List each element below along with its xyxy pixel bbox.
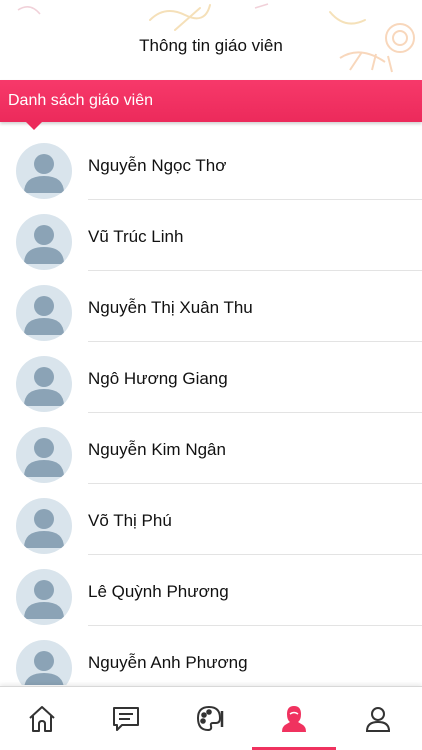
teacher-row[interactable]: Võ Thị Phú — [0, 484, 422, 555]
teacher-name: Võ Thị Phú — [88, 511, 172, 530]
teacher-name: Vũ Trúc Linh — [88, 227, 184, 246]
avatar-placeholder-icon — [16, 143, 72, 199]
bottom-tab-bar — [0, 686, 422, 750]
avatar-placeholder-icon — [16, 427, 72, 483]
avatar-placeholder-icon — [16, 214, 72, 270]
teacher-icon — [282, 706, 306, 732]
teacher-row[interactable]: Lê Quỳnh Phương — [0, 555, 422, 626]
teacher-name: Nguyễn Kim Ngân — [88, 440, 226, 459]
tab-messages[interactable] — [84, 687, 168, 750]
avatar-placeholder-icon — [16, 498, 72, 554]
tab-teachers[interactable] — [252, 687, 336, 750]
avatar-placeholder-icon — [16, 356, 72, 412]
avatar-placeholder-icon — [16, 285, 72, 341]
teacher-row[interactable]: Nguyễn Ngọc Thơ — [0, 129, 422, 200]
message-icon — [113, 707, 139, 731]
teacher-name: Ngô Hương Giang — [88, 369, 228, 388]
palette-icon — [196, 705, 224, 732]
avatar-placeholder-icon — [16, 640, 72, 685]
tab-profile[interactable] — [336, 687, 420, 750]
teacher-name: Nguyễn Ngọc Thơ — [88, 156, 227, 175]
teacher-row[interactable]: Vũ Trúc Linh — [0, 200, 422, 271]
tab-home[interactable] — [0, 687, 84, 750]
header: Thông tin giáo viên — [0, 0, 422, 80]
teacher-name: Nguyễn Thị Xuân Thu — [88, 298, 253, 317]
teacher-name: Lê Quỳnh Phương — [88, 582, 229, 601]
profile-icon — [365, 707, 391, 732]
avatar-placeholder-icon — [16, 569, 72, 625]
teacher-name: Nguyễn Anh Phương — [88, 653, 248, 672]
section-label: Danh sách giáo viên — [8, 92, 153, 109]
teacher-list: Nguyễn Ngọc Thơ Vũ Trúc Linh Nguyễn Thị … — [0, 129, 422, 685]
home-icon — [29, 706, 55, 732]
teacher-row[interactable]: Nguyễn Anh Phương — [0, 626, 422, 685]
teacher-row[interactable]: Ngô Hương Giang — [0, 342, 422, 413]
section-banner: Danh sách giáo viên — [0, 80, 422, 130]
teacher-row[interactable]: Nguyễn Kim Ngân — [0, 413, 422, 484]
page-title: Thông tin giáo viên — [139, 36, 283, 55]
tab-activities[interactable] — [168, 687, 252, 750]
teacher-row[interactable]: Nguyễn Thị Xuân Thu — [0, 271, 422, 342]
